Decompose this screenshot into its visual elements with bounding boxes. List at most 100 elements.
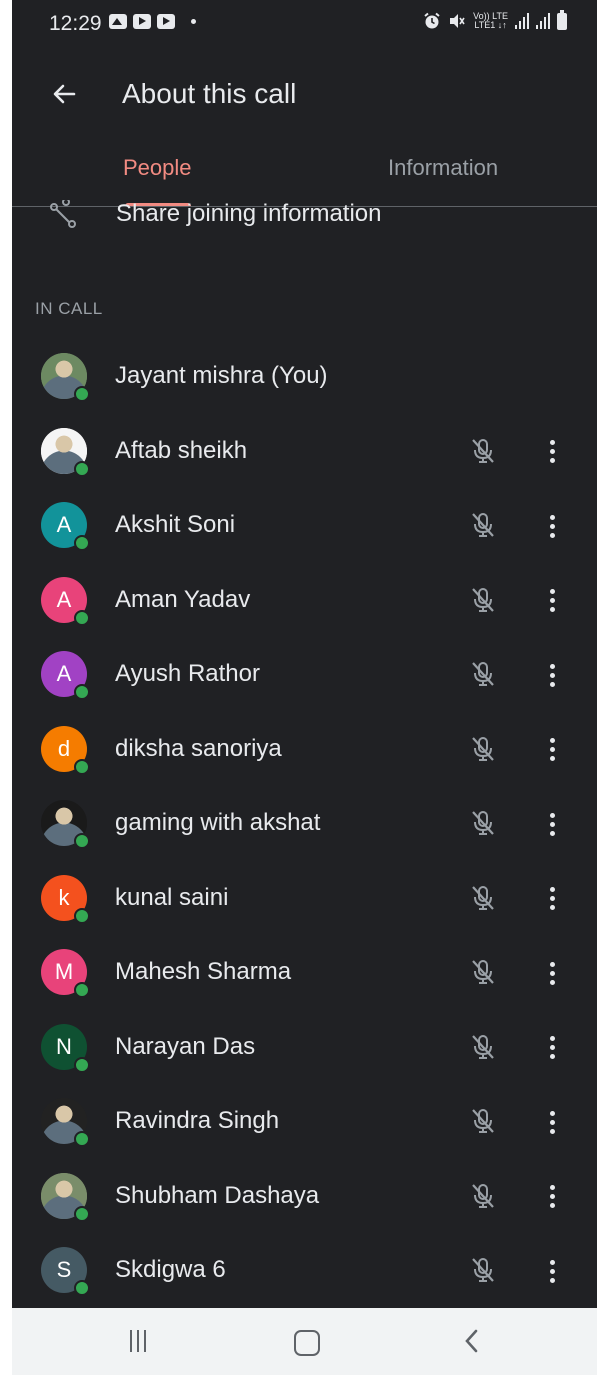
back-button[interactable] [48,78,80,110]
more-options-icon[interactable] [542,511,562,541]
avatar-initial: A [56,661,72,686]
more-options-icon[interactable] [542,1107,562,1137]
presence-dot [74,1280,90,1296]
recents-button[interactable] [130,1326,146,1356]
avatar [41,427,90,477]
participant-name: Shubham Dashaya [115,1181,320,1209]
more-options-icon[interactable] [542,735,562,765]
mic-off-icon[interactable] [468,1255,498,1285]
tab-information[interactable]: Information [388,155,498,181]
page-title: About this call [122,78,297,109]
system-icons: Vo)) LTE LTE1 ↓↑ [423,9,567,30]
participant-name: gaming with akshat [115,809,321,836]
presence-dot [74,1205,90,1222]
avatar [41,800,90,849]
gallery-notification-icon [109,14,127,29]
home-button[interactable] [294,1330,320,1356]
mic-off-icon[interactable] [468,585,498,615]
avatar-initial: d [57,735,71,761]
presence-dot [74,535,90,551]
network-type-indicator: Vo)) LTE LTE1 ↓↑ [473,12,508,30]
more-options-icon[interactable] [542,958,562,988]
avatar: N [41,1023,90,1073]
avatar: k [41,874,90,924]
more-options-icon[interactable] [542,1182,562,1212]
participant-row[interactable]: Aftab sheikh [12,415,597,490]
more-options-icon[interactable] [542,660,562,690]
mute-sound-icon [450,14,465,28]
presence-dot [74,460,90,477]
more-options-icon[interactable] [542,1256,562,1286]
participant-row[interactable]: Ravindra Singh [12,1085,597,1160]
participant-list: Jayant mishra (You) Aftab sheikh A Akshit S… [12,340,597,1308]
participant-row[interactable]: k kunal saini [12,862,597,937]
recents-icon [130,1330,132,1352]
avatar: A [41,576,90,626]
mic-off-icon[interactable] [468,734,498,764]
participant-name: Narayan Das [115,1032,256,1060]
tab-people[interactable]: People [123,155,192,181]
mic-off-icon[interactable] [468,659,498,689]
more-options-icon[interactable] [542,1033,562,1063]
participant-name: Ayush Rathor [115,660,260,687]
mic-off-icon[interactable] [468,1106,498,1136]
presence-dot [74,1056,90,1073]
participant-name: Aftab sheikh [115,436,248,464]
participant-row[interactable]: A Akshit Soni [12,489,597,564]
back-nav-button[interactable] [462,1326,482,1356]
avatar: S [41,1247,90,1296]
more-options-icon[interactable] [542,809,562,839]
participant-name: Ravindra Singh [115,1107,280,1134]
mic-off-icon[interactable] [468,1032,498,1062]
presence-dot [74,609,90,626]
more-notifications-icon [191,19,196,24]
participant-name: Skdigwa 6 [115,1256,226,1283]
more-options-icon[interactable] [542,437,562,467]
avatar-initial: A [56,512,72,537]
network-type-bottom: LTE1 ↓↑ [474,20,507,30]
avatar: A [41,502,90,551]
participant-name: Mahesh Sharma [115,958,292,985]
participant-row[interactable]: N Narayan Das [12,1011,597,1086]
participant-row[interactable]: d diksha sanoriya [12,713,597,788]
youtube-notification-icon-2 [157,14,175,29]
avatar [41,353,90,402]
participant-row[interactable]: Jayant mishra (You) [12,340,597,415]
more-options-icon[interactable] [542,586,562,616]
participant-row[interactable]: S Skdigwa 6 [12,1234,597,1308]
youtube-notification-icon [133,14,151,29]
status-bar: 12:29 Vo)) LTE LTE1 ↓↑ [12,0,597,50]
avatar: A [41,651,90,700]
battery-icon [557,9,567,30]
mic-off-icon[interactable] [468,957,498,987]
participant-name: Jayant mishra (You) [115,362,328,389]
mic-off-icon[interactable] [468,510,498,540]
signal-strength-icon-2 [536,13,550,29]
participant-row[interactable]: Shubham Dashaya [12,1160,597,1235]
arrow-back-icon [53,84,76,104]
in-call-section-label: IN CALL [35,299,103,318]
avatar-initial: k [58,884,70,910]
participant-row[interactable]: gaming with akshat [12,787,597,862]
participant-row[interactable]: M Mahesh Sharma [12,936,597,1011]
avatar-initial: N [56,1033,72,1059]
alarm-icon [424,12,440,29]
presence-dot [74,386,90,402]
participant-row[interactable]: A Aman Yadav [12,564,597,639]
back-nav-icon [465,1329,478,1353]
participant-name: Aman Yadav [115,585,251,613]
mic-off-icon[interactable] [468,808,498,838]
avatar-initial: M [54,959,74,984]
mic-off-icon[interactable] [468,883,498,913]
participant-name: Akshit Soni [115,511,236,538]
presence-dot [74,907,90,924]
participant-row[interactable]: A Ayush Rathor [12,638,597,713]
mic-off-icon[interactable] [468,436,498,466]
share-joining-info-label: Share joining information [116,200,382,227]
more-options-icon[interactable] [542,884,562,914]
notification-icons [109,14,196,29]
share-joining-info-row[interactable]: Share joining information [12,196,597,236]
mic-off-icon[interactable] [468,1181,498,1211]
avatar: d [41,725,90,775]
system-nav-bar [12,1308,597,1375]
